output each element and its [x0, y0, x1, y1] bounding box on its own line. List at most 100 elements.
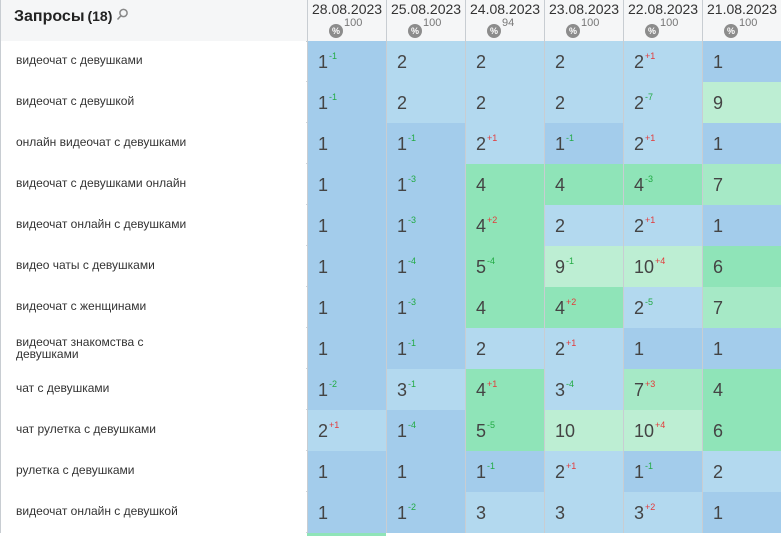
- position-cell[interactable]: 6: [702, 246, 781, 287]
- position-cell[interactable]: 3: [465, 492, 544, 533]
- position-cell[interactable]: 5-4: [465, 246, 544, 287]
- position-cell[interactable]: 2: [544, 82, 623, 123]
- position-cell[interactable]: 1-2: [307, 369, 386, 410]
- position-cell[interactable]: 1-3: [386, 205, 465, 246]
- date-column-header[interactable]: 28.08.2023% 100: [307, 0, 386, 41]
- position-cell[interactable]: 2: [386, 82, 465, 123]
- position-cell[interactable]: 1-3: [386, 164, 465, 205]
- query-cell[interactable]: видеочат онлайн с девушкой: [0, 492, 306, 533]
- position-cell[interactable]: 3: [544, 492, 623, 533]
- position-cell[interactable]: 4: [465, 287, 544, 328]
- position-cell[interactable]: 2: [544, 205, 623, 246]
- position-cell[interactable]: 1: [702, 492, 781, 533]
- position-cell[interactable]: 1: [307, 328, 386, 369]
- query-cell[interactable]: видеочат с девушкой: [0, 82, 306, 123]
- position-value: 2: [476, 339, 487, 359]
- position-cell[interactable]: 7+3: [623, 369, 702, 410]
- date-column-header[interactable]: 25.08.2023% 100: [386, 0, 465, 41]
- position-cell[interactable]: 4: [465, 164, 544, 205]
- position-cell[interactable]: 2+1: [623, 41, 702, 82]
- position-value-wrap: 2+1: [634, 133, 655, 155]
- position-cell[interactable]: 1-1: [465, 451, 544, 492]
- position-cell[interactable]: 1: [307, 451, 386, 492]
- position-cell[interactable]: 10+4: [623, 246, 702, 287]
- queries-column-header[interactable]: Запросы (18): [0, 0, 306, 41]
- position-cell[interactable]: 2-5: [623, 287, 702, 328]
- position-cell[interactable]: 2+1: [623, 205, 702, 246]
- query-cell[interactable]: видео чаты с девушками: [0, 246, 306, 287]
- position-cell[interactable]: 1: [623, 328, 702, 369]
- position-cell[interactable]: 3+2: [623, 492, 702, 533]
- date-column-header[interactable]: 24.08.2023% 94: [465, 0, 544, 41]
- position-cell[interactable]: 1-1: [386, 328, 465, 369]
- query-cell[interactable]: видеочат с женщинами: [0, 287, 306, 328]
- position-cell[interactable]: 9-1: [544, 246, 623, 287]
- position-cell[interactable]: 1: [702, 41, 781, 82]
- date-column-header[interactable]: 21.08.2023% 100: [702, 0, 781, 41]
- position-cell[interactable]: 1: [307, 164, 386, 205]
- position-cell[interactable]: 3-1: [386, 369, 465, 410]
- position-value-wrap: 1-1: [555, 133, 574, 155]
- position-cell[interactable]: 4+2: [544, 287, 623, 328]
- query-cell[interactable]: видеочат с девушками онлайн: [0, 164, 306, 205]
- position-cell[interactable]: 1: [702, 123, 781, 164]
- position-cell[interactable]: 9: [702, 82, 781, 123]
- position-cell[interactable]: 2+1: [544, 451, 623, 492]
- position-cell[interactable]: 2+1: [623, 123, 702, 164]
- position-value-wrap: 1-4: [397, 420, 416, 442]
- position-cell[interactable]: 7: [702, 287, 781, 328]
- query-cell[interactable]: видеочат онлайн с девушками: [0, 205, 306, 246]
- position-value: 10: [555, 421, 576, 441]
- queries-count: (18): [87, 8, 113, 25]
- position-cell[interactable]: 1: [307, 492, 386, 533]
- position-delta: -3: [408, 215, 417, 225]
- query-cell[interactable]: рулетка с девушками: [0, 451, 306, 492]
- position-cell[interactable]: 1-3: [386, 287, 465, 328]
- query-cell[interactable]: чат с девушками: [0, 369, 306, 410]
- position-cell[interactable]: 2: [386, 41, 465, 82]
- position-cell[interactable]: 2: [465, 82, 544, 123]
- position-cell[interactable]: 1: [702, 328, 781, 369]
- position-cell[interactable]: 4: [702, 369, 781, 410]
- query-cell[interactable]: чат рулетка с девушками: [0, 410, 306, 451]
- query-cell[interactable]: видеочат с девушками: [0, 41, 306, 82]
- position-cell[interactable]: 6: [702, 410, 781, 451]
- position-cell[interactable]: 5-5: [465, 410, 544, 451]
- position-cell[interactable]: 3-4: [544, 369, 623, 410]
- position-cell[interactable]: 4: [544, 164, 623, 205]
- position-cell[interactable]: 1: [307, 205, 386, 246]
- query-cell[interactable]: видеочат знакомства с девушками: [0, 328, 306, 369]
- position-cell[interactable]: 1: [702, 205, 781, 246]
- position-cell[interactable]: 2: [465, 41, 544, 82]
- position-cell[interactable]: 1-4: [386, 246, 465, 287]
- position-cell[interactable]: 2+1: [307, 410, 386, 451]
- position-cell[interactable]: 2+1: [465, 123, 544, 164]
- position-cell[interactable]: 1: [307, 287, 386, 328]
- date-column-header[interactable]: 23.08.2023% 100: [544, 0, 623, 41]
- position-cell[interactable]: 2: [465, 328, 544, 369]
- position-cell[interactable]: 4-3: [623, 164, 702, 205]
- position-cell[interactable]: 7: [702, 164, 781, 205]
- position-cell[interactable]: 1: [307, 123, 386, 164]
- search-icon[interactable]: [116, 8, 129, 26]
- position-value-wrap: 10+4: [634, 256, 665, 278]
- position-cell[interactable]: 1: [386, 451, 465, 492]
- position-cell[interactable]: 1: [307, 246, 386, 287]
- position-cell[interactable]: 4+2: [465, 205, 544, 246]
- date-column-header[interactable]: 22.08.2023% 100: [623, 0, 702, 41]
- position-cell[interactable]: 2+1: [544, 328, 623, 369]
- position-cell[interactable]: 4+1: [465, 369, 544, 410]
- position-cell[interactable]: 2: [544, 41, 623, 82]
- position-cell[interactable]: 2: [702, 451, 781, 492]
- position-cell[interactable]: 1-4: [386, 410, 465, 451]
- position-cell[interactable]: 2-7: [623, 82, 702, 123]
- position-cell[interactable]: 1-2: [386, 492, 465, 533]
- position-cell[interactable]: 1-1: [307, 41, 386, 82]
- position-cell[interactable]: 10+4: [623, 410, 702, 451]
- position-cell[interactable]: 1-1: [623, 451, 702, 492]
- query-cell[interactable]: онлайн видеочат с девушками: [0, 123, 306, 164]
- position-cell[interactable]: 1-1: [386, 123, 465, 164]
- position-cell[interactable]: 1-1: [544, 123, 623, 164]
- position-cell[interactable]: 1-1: [307, 82, 386, 123]
- position-cell[interactable]: 10: [544, 410, 623, 451]
